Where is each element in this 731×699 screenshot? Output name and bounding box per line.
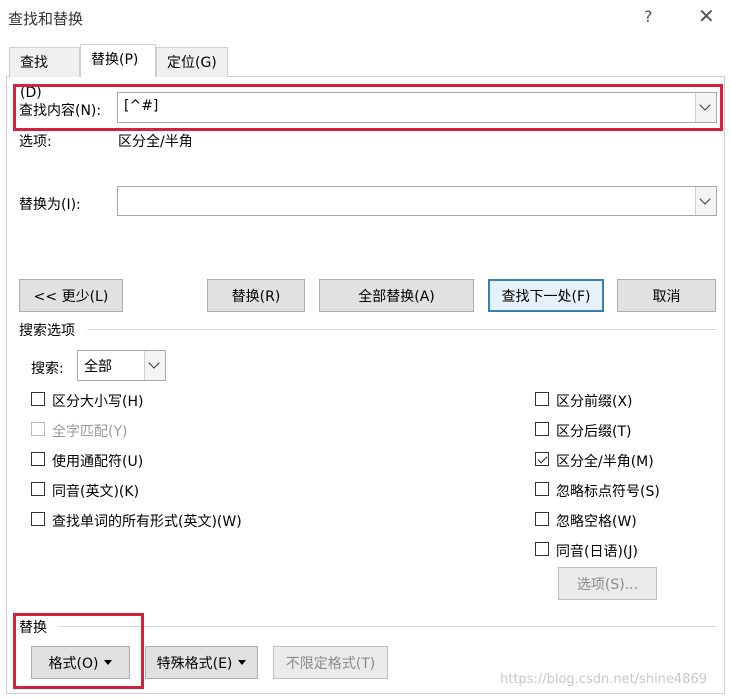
search-options-heading: 搜索选项 — [19, 323, 75, 339]
checkbox-label: 区分后缀(T) — [556, 424, 632, 440]
checkbox-box[interactable] — [31, 512, 45, 526]
format-button[interactable]: 格式(O) — [31, 646, 130, 679]
tab-replace-label: 替换(P) — [91, 52, 139, 68]
search-scope-dropdown[interactable] — [144, 351, 165, 380]
no-formatting-button: 不限定格式(T) — [273, 646, 388, 679]
options-value: 区分全/半角 — [118, 134, 193, 150]
checkbox-label: 同音(日语)(J) — [556, 544, 638, 560]
checkbox-label: 使用通配符(U) — [52, 454, 144, 470]
search-scope-label: 搜索: — [31, 361, 64, 377]
search-scope-select[interactable]: 全部 — [77, 350, 166, 381]
checkbox-label: 忽略空格(W) — [556, 514, 637, 530]
find-input[interactable]: [^#] — [117, 92, 717, 123]
checkbox-box[interactable] — [31, 482, 45, 496]
checkbox-box[interactable] — [535, 512, 549, 526]
replace-button[interactable]: 替换(R) — [207, 279, 305, 312]
options-label: 选项: — [19, 134, 52, 150]
find-dropdown-button[interactable] — [695, 93, 716, 122]
replace-input[interactable] — [117, 186, 717, 216]
close-icon[interactable]: ✕ — [698, 4, 715, 28]
cancel-button[interactable]: 取消 — [617, 279, 716, 312]
chevron-down-icon — [699, 99, 711, 111]
checkbox-box-checked[interactable] — [535, 452, 549, 466]
checkbox-label: 忽略标点符号(S) — [556, 484, 660, 500]
title-bar — [0, 0, 731, 36]
tab-goto[interactable]: 定位(G) — [156, 47, 228, 77]
chevron-down-icon — [148, 357, 160, 369]
special-format-label: 特殊格式(E) — [156, 655, 233, 672]
checkbox-label: 区分全/半角(M) — [556, 454, 654, 470]
replace-section-divider — [58, 626, 717, 627]
checkbox-box — [31, 422, 45, 436]
format-button-label: 格式(O) — [48, 655, 99, 672]
checkbox-box[interactable] — [535, 542, 549, 556]
find-next-button[interactable]: 查找下一处(F) — [488, 279, 604, 312]
checkbox-box[interactable] — [535, 422, 549, 436]
replace-dropdown-button[interactable] — [695, 187, 716, 215]
search-options-divider — [87, 329, 717, 330]
checkbox-label: 区分大小写(H) — [52, 394, 144, 410]
watermark-text: https://blog.csdn.net/shine4869 — [500, 672, 708, 687]
less-button[interactable]: << 更少(L) — [19, 279, 123, 312]
find-label: 查找内容(N): — [19, 103, 102, 119]
tab-goto-label: 定位(G) — [167, 55, 217, 71]
checkbox-box[interactable] — [31, 392, 45, 406]
search-scope-value: 全部 — [84, 359, 112, 375]
checkbox-label: 同音(英文)(K) — [52, 484, 140, 500]
checkbox-label: 全字匹配(Y) — [52, 424, 128, 440]
dialog-title: 查找和替换 — [8, 10, 84, 28]
dropdown-caret-icon — [238, 660, 247, 665]
checkbox-label: 区分前缀(X) — [556, 394, 633, 410]
replace-label: 替换为(I): — [19, 197, 81, 213]
tab-panel — [6, 76, 725, 694]
checkbox-box[interactable] — [535, 482, 549, 496]
options-button: 选项(S)... — [558, 567, 657, 600]
tab-find[interactable]: 查找(D) — [9, 47, 80, 101]
tab-replace[interactable]: 替换(P) — [80, 44, 156, 77]
chevron-down-icon — [699, 193, 711, 205]
replace-all-button[interactable]: 全部替换(A) — [319, 279, 474, 312]
checkbox-label: 查找单词的所有形式(英文)(W) — [52, 514, 242, 530]
dropdown-caret-icon — [104, 660, 113, 665]
checkbox-box[interactable] — [535, 392, 549, 406]
special-format-button[interactable]: 特殊格式(E) — [145, 646, 258, 679]
help-icon[interactable]: ? — [644, 7, 653, 26]
find-input-value: [^#] — [124, 98, 159, 114]
checkbox-box[interactable] — [31, 452, 45, 466]
